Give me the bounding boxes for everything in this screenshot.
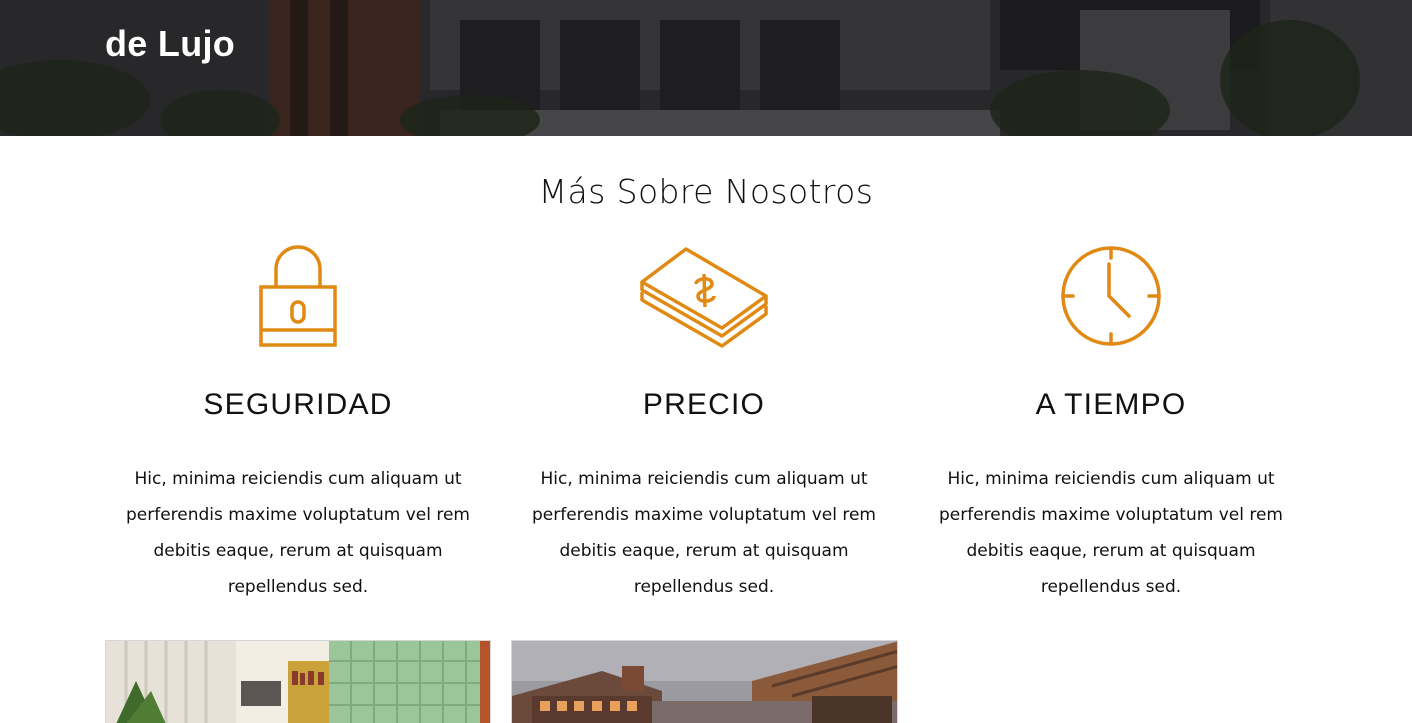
feature-text: Hic, minima reiciendis cum aliquam ut pe… bbox=[125, 469, 470, 597]
feature-text: Hic, minima reiciendis cum aliquam ut pe… bbox=[938, 469, 1283, 597]
feature-security: SEGURIDAD Hic, minima reiciendis cum ali… bbox=[105, 244, 491, 605]
padlock-icon bbox=[259, 245, 337, 347]
house-exterior-photo bbox=[512, 641, 897, 723]
feature-on-time: A TIEMPO Hic, minima reiciendis cum aliq… bbox=[918, 244, 1304, 605]
feature-price: PRECIO Hic, minima reiciendis cum aliqua… bbox=[511, 244, 897, 605]
feature-text: Hic, minima reiciendis cum aliquam ut pe… bbox=[531, 469, 876, 597]
feature-title: PRECIO bbox=[642, 388, 766, 421]
interior-room-photo bbox=[106, 641, 490, 723]
gallery-card-interior[interactable] bbox=[105, 640, 491, 723]
feature-title: A TIEMPO bbox=[1035, 388, 1187, 421]
money-stack-icon bbox=[640, 247, 768, 348]
hero-title: de Lujo bbox=[105, 23, 236, 64]
clock-icon bbox=[1061, 246, 1161, 346]
section-title: Más Sobre Nosotros bbox=[538, 172, 874, 211]
feature-title: SEGURIDAD bbox=[203, 388, 393, 421]
gallery-card-house[interactable] bbox=[511, 640, 898, 723]
hero-banner: de Lujo bbox=[0, 0, 1412, 136]
hero-overlay bbox=[0, 0, 1412, 136]
